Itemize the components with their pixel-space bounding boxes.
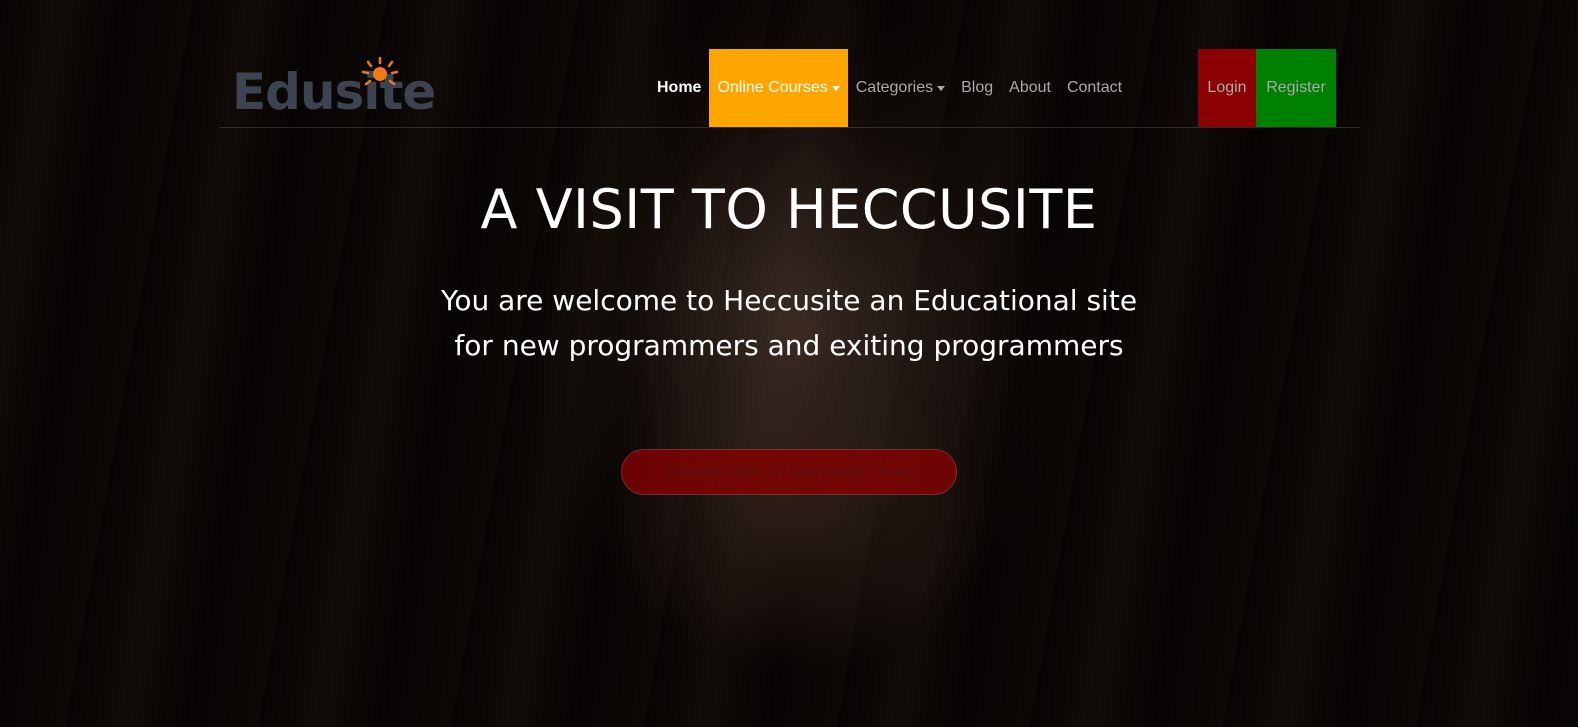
nav-blog[interactable]: Blog	[953, 49, 1001, 127]
nav-links: Home Online Courses Categories Blog Abou…	[649, 49, 1130, 127]
sun-icon	[361, 57, 399, 86]
nav-contact-label: Contact	[1066, 79, 1123, 96]
free-trial-signup-button[interactable]: SIGN UP FOR A 7-DAY FREE TRIAL	[621, 449, 957, 495]
chevron-down-icon	[937, 85, 946, 91]
auth-buttons: Login Register	[1198, 49, 1336, 127]
chevron-down-icon	[831, 85, 840, 91]
navbar: Edusite Home Online Courses Categories B…	[219, 49, 1360, 128]
hero-subtitle: You are welcome to Heccusite an Educatio…	[440, 284, 1138, 362]
nav-categories-label: Categories	[855, 79, 934, 96]
brand-logo[interactable]: Edusite	[232, 57, 452, 121]
nav-about-label: About	[1009, 79, 1051, 96]
brand-name: Edusite	[232, 63, 436, 121]
nav-about[interactable]: About	[1001, 49, 1059, 127]
nav-home[interactable]: Home	[649, 49, 709, 127]
nav-contact[interactable]: Contact	[1059, 49, 1130, 127]
nav-online-courses-label: Online Courses	[717, 79, 828, 96]
nav-online-courses-dropdown[interactable]: Online Courses	[709, 49, 848, 127]
login-button[interactable]: Login	[1198, 49, 1256, 127]
hero-title: A VISIT TO HECCUSITE	[480, 178, 1098, 241]
login-label: Login	[1207, 79, 1247, 96]
cta-label: SIGN UP FOR A 7-DAY FREE TRIAL	[665, 463, 913, 481]
nav-home-label: Home	[657, 79, 702, 96]
nav-blog-label: Blog	[961, 79, 994, 96]
register-label: Register	[1266, 79, 1326, 96]
nav-categories-dropdown[interactable]: Categories	[848, 49, 953, 127]
register-button[interactable]: Register	[1256, 49, 1336, 127]
